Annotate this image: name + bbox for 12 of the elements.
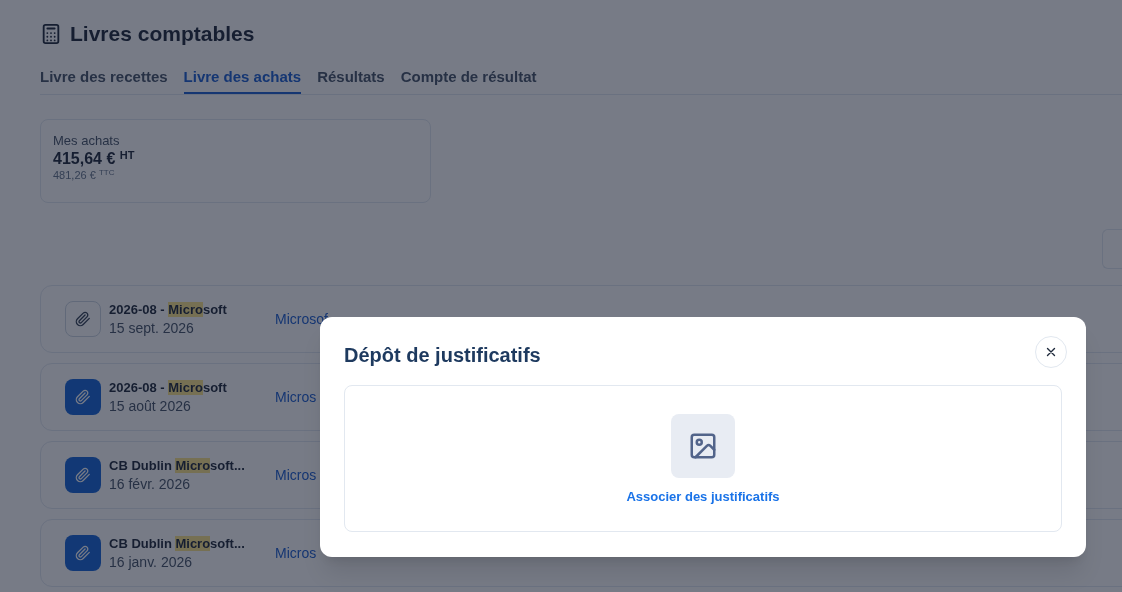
row-date: 16 janv. 2026	[109, 553, 194, 571]
row-title: 2026-08 - Microsoft	[109, 379, 228, 397]
page-title: Livres comptables	[70, 21, 255, 47]
card-label: Mes achats	[53, 133, 121, 149]
row-title: CB Dublin Microsoft...	[109, 535, 246, 553]
row-title: 2026-08 - Microsoft	[109, 301, 228, 319]
purchase-total: 415,64 € $^{HT}$	[53, 149, 136, 169]
row-date: 15 sept. 2026	[109, 319, 195, 337]
row-date: 16 févr. 2026	[109, 475, 191, 493]
row-date: 15 août 2026	[109, 397, 192, 415]
row-title: CB Dublin Microsoft...	[109, 457, 246, 475]
purchase-total-ttc: 481,26 € $^{TTC}$	[53, 169, 116, 181]
